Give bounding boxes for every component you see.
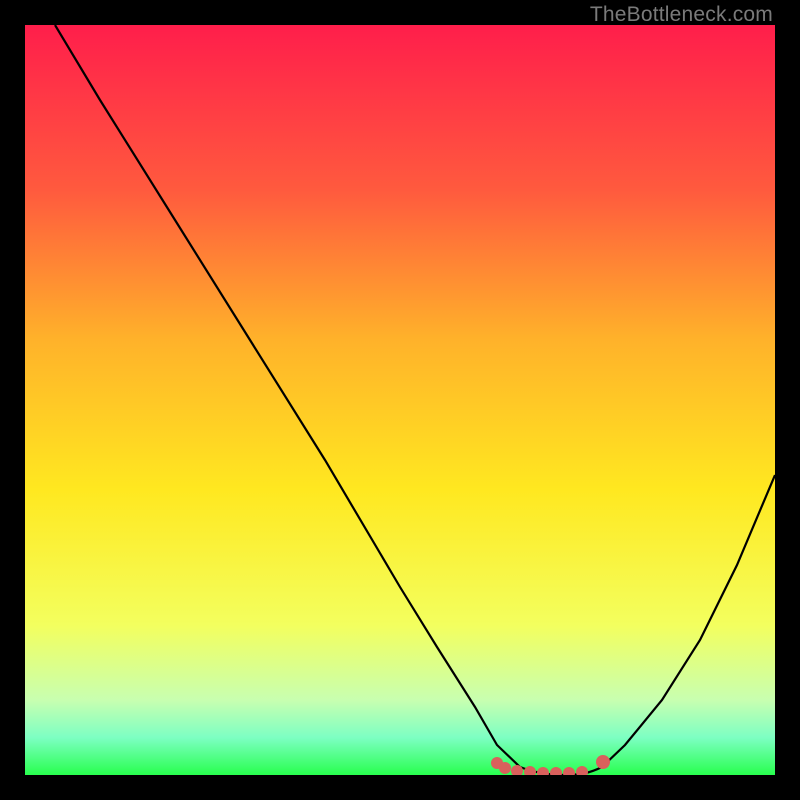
curve-layer <box>25 25 775 775</box>
main-curve <box>55 25 775 775</box>
chart-container: TheBottleneck.com <box>0 0 800 800</box>
watermark-text: TheBottleneck.com <box>590 3 773 27</box>
plot-area <box>25 25 775 775</box>
